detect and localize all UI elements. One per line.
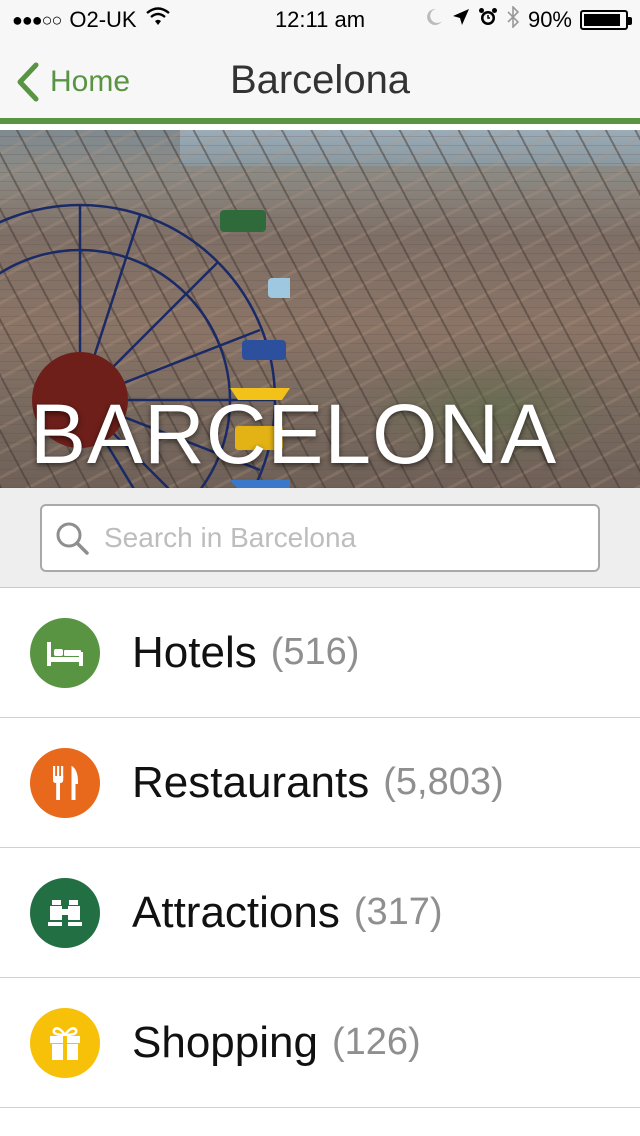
category-row-attractions[interactable]: Attractions (317): [0, 848, 640, 978]
category-count: (126): [331, 1021, 421, 1063]
page-title: Barcelona: [229, 58, 411, 102]
carrier-name: O2-UK: [69, 7, 137, 32]
category-count: (516): [270, 631, 360, 673]
category-count: (5,803): [383, 761, 504, 803]
location-arrow-icon: [452, 8, 470, 32]
category-label: Restaurants: [132, 757, 370, 807]
battery-level: [584, 14, 620, 26]
category-list: Hotels (516) Restaurants (5,803) Attract…: [0, 588, 640, 1108]
search-icon: [56, 522, 89, 555]
signal-strength-icon: ●●●○○: [12, 9, 62, 30]
moon-icon: [424, 7, 444, 33]
category-row-shopping[interactable]: Shopping (126): [0, 978, 640, 1108]
battery-icon: [580, 10, 632, 30]
category-row-restaurants[interactable]: Restaurants (5,803): [0, 718, 640, 848]
binoculars-icon: [30, 877, 100, 948]
navigation-bar: Home Barcelona: [0, 40, 640, 124]
category-label: Hotels: [132, 627, 257, 677]
category-label: Attractions: [132, 887, 340, 937]
battery-percent: 90%: [527, 7, 572, 32]
category-count: (317): [353, 891, 443, 933]
category-row-hotels[interactable]: Hotels (516): [0, 588, 640, 718]
fork-knife-icon: [30, 747, 100, 818]
status-bar: ●●●○○ O2-UK 12:11 am 90%: [0, 0, 640, 40]
status-right: 90%: [424, 5, 632, 34]
search-area: [0, 488, 640, 588]
bluetooth-icon: [506, 5, 520, 34]
gift-icon: [30, 1007, 100, 1078]
city-hero-image: BARCELONA: [0, 130, 640, 488]
category-label: Shopping: [132, 1017, 318, 1067]
status-left: ●●●○○ O2-UK: [12, 7, 171, 33]
bed-icon: [30, 617, 100, 688]
search-input[interactable]: [104, 522, 574, 554]
wifi-icon: [145, 7, 171, 33]
alarm-icon: [478, 7, 498, 33]
hero-city-name: BARCELONA: [30, 387, 558, 481]
search-box[interactable]: [40, 504, 600, 572]
